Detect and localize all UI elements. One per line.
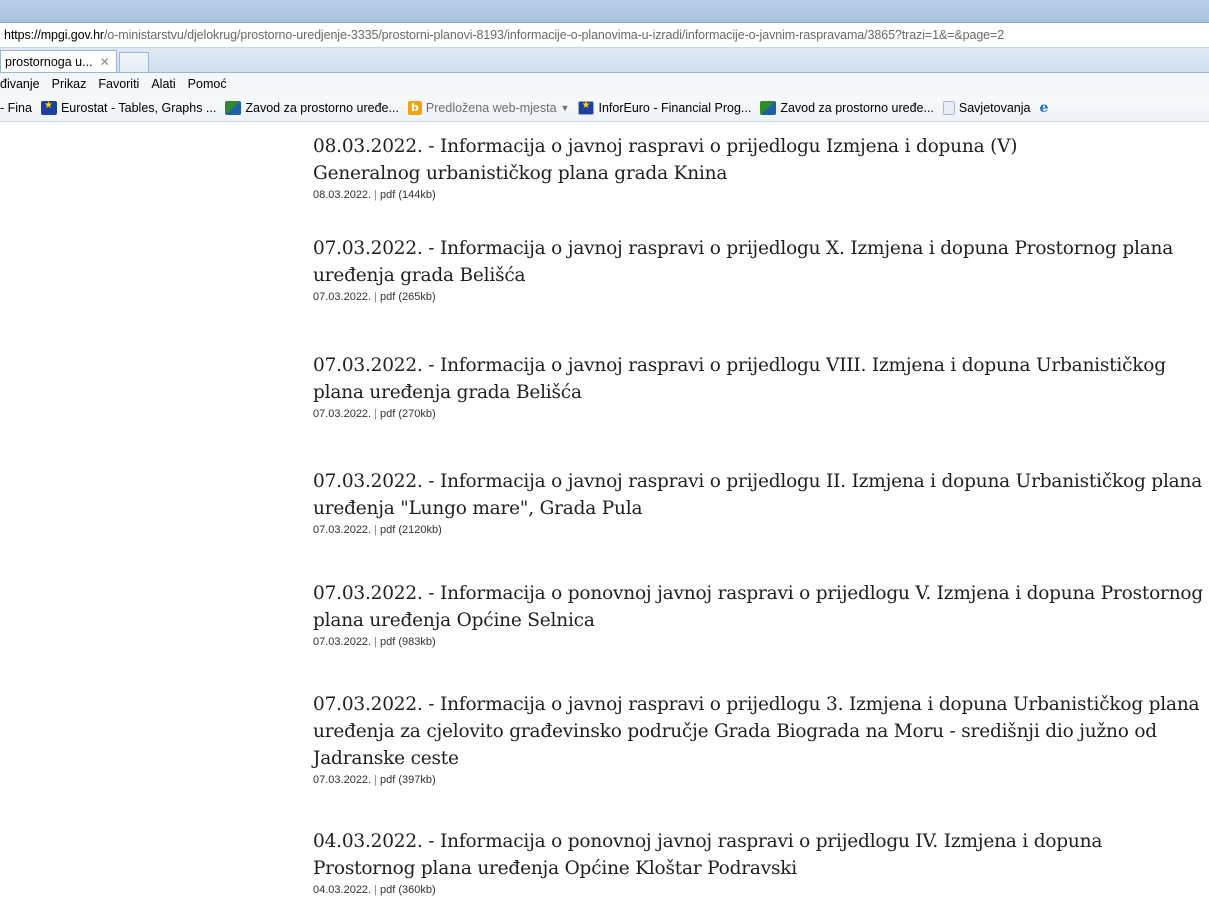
pdf-link[interactable]: pdf (2120kb) [380, 524, 442, 536]
favorite-inforeuro[interactable]: InforEuro - Financial Prog... [578, 100, 752, 115]
entry-date: 07.03.2022. [313, 636, 372, 648]
zavod-icon [760, 101, 777, 115]
entry-meta: 04.03.2022. | pdf (360kb) [313, 884, 436, 896]
entry-title-link[interactable]: 07.03.2022. - Informacija o javnoj raspr… [313, 468, 1203, 522]
favorite-label: Eurostat - Tables, Graphs ... [60, 101, 217, 115]
favorites-bar: - Fina Eurostat - Tables, Graphs ... Zav… [0, 95, 1209, 122]
ie-icon: e [1039, 100, 1049, 116]
entry-date: 07.03.2022. [313, 291, 372, 303]
address-host: https://mpgi.gov.hr [4, 28, 104, 42]
entry-meta: 07.03.2022. | pdf (2120kb) [313, 524, 442, 536]
favorite-label: Predložena web-mjesta [425, 101, 557, 115]
menu-item-favorites[interactable]: Favoriti [98, 77, 139, 91]
entry-date: 04.03.2022. [313, 884, 372, 896]
pdf-link[interactable]: pdf (397kb) [380, 774, 436, 786]
favorite-label: - Fina [0, 101, 32, 115]
entry-title-link[interactable]: 07.03.2022. - Informacija o ponovnoj jav… [313, 580, 1203, 634]
favorite-label: Savjetovanja [958, 101, 1031, 115]
list-item: 07.03.2022. - Informacija o javnoj raspr… [313, 235, 1203, 303]
eu-flag-icon [40, 100, 57, 115]
entry-meta: 08.03.2022. | pdf (144kb) [313, 189, 436, 201]
list-item: 04.03.2022. - Informacija o ponovnoj jav… [313, 828, 1203, 896]
list-item: 07.03.2022. - Informacija o javnoj raspr… [313, 352, 1203, 420]
address-path: /o-ministarstvu/djelokrug/prostorno-ured… [104, 28, 1005, 42]
chevron-down-icon[interactable]: ▼ [561, 103, 570, 113]
pdf-link[interactable]: pdf (983kb) [380, 636, 436, 648]
entry-title-line: Generalnog urbanističkog plana grada Kni… [313, 163, 728, 184]
favorite-label: InforEuro - Financial Prog... [598, 101, 752, 115]
tab-active[interactable]: prostornoga u... ✕ [0, 50, 117, 72]
new-tab-button[interactable] [118, 52, 149, 72]
favorite-label: Zavod za prostorno uređe... [245, 101, 399, 115]
tab-label: prostornoga u... [5, 54, 93, 69]
eu-flag-icon [578, 100, 595, 115]
entry-date: 07.03.2022. [313, 774, 372, 786]
tab-strip: prostornoga u... ✕ [0, 48, 1209, 73]
browser-chrome: https://mpgi.gov.hr/o-ministarstvu/djelo… [0, 0, 1209, 148]
pdf-link[interactable]: pdf (265kb) [380, 291, 436, 303]
address-bar[interactable]: https://mpgi.gov.hr/o-ministarstvu/djelo… [0, 22, 1209, 48]
menu-item-tools[interactable]: Alati [151, 77, 175, 91]
list-item: 07.03.2022. - Informacija o javnoj raspr… [313, 691, 1203, 786]
pdf-link[interactable]: pdf (144kb) [380, 189, 436, 201]
document-icon [942, 101, 955, 115]
menu-bar: đivanje Prikaz Favoriti Alati Pomoć [0, 73, 1209, 95]
menu-item-edit[interactable]: đivanje [0, 77, 40, 91]
entry-date: 07.03.2022. [313, 408, 372, 420]
favorite-suggested-sites[interactable]: b Predložena web-mjesta ▼ [407, 101, 570, 115]
entry-title-link[interactable]: 04.03.2022. - Informacija o ponovnoj jav… [313, 828, 1203, 882]
favorite-zavod-2[interactable]: Zavod za prostorno uređe... [760, 101, 934, 115]
favorite-eurostat[interactable]: Eurostat - Tables, Graphs ... [40, 100, 217, 115]
favorite-zavod-1[interactable]: Zavod za prostorno uređe... [225, 101, 399, 115]
list-item: 07.03.2022. - Informacija o javnoj raspr… [313, 468, 1203, 536]
entry-date: 07.03.2022. [313, 524, 372, 536]
window-top-band [0, 0, 1209, 22]
entry-meta: 07.03.2022. | pdf (983kb) [313, 636, 436, 648]
menu-item-help[interactable]: Pomoć [188, 77, 227, 91]
entry-meta: 07.03.2022. | pdf (265kb) [313, 291, 436, 303]
favorite-label: Zavod za prostorno uređe... [780, 101, 934, 115]
pdf-link[interactable]: pdf (360kb) [380, 884, 436, 896]
zavod-icon [225, 101, 242, 115]
close-icon[interactable]: ✕ [100, 55, 110, 69]
favorite-fina[interactable]: - Fina [0, 101, 32, 115]
entry-meta: 07.03.2022. | pdf (270kb) [313, 408, 436, 420]
entry-title-link[interactable]: 07.03.2022. - Informacija o javnoj raspr… [313, 691, 1203, 772]
menu-item-view[interactable]: Prikaz [52, 77, 87, 91]
favorite-savjetovanja[interactable]: Savjetovanja [942, 101, 1031, 115]
bing-icon: b [407, 101, 422, 115]
entry-date: 08.03.2022. [313, 189, 372, 201]
pdf-link[interactable]: pdf (270kb) [380, 408, 436, 420]
list-item: 07.03.2022. - Informacija o ponovnoj jav… [313, 580, 1203, 648]
entry-title-link[interactable]: 07.03.2022. - Informacija o javnoj raspr… [313, 235, 1203, 289]
entry-title-link[interactable]: 07.03.2022. - Informacija o javnoj raspr… [313, 352, 1203, 406]
favorite-ie[interactable]: e [1039, 101, 1058, 115]
entry-meta: 07.03.2022. | pdf (397kb) [313, 774, 436, 786]
